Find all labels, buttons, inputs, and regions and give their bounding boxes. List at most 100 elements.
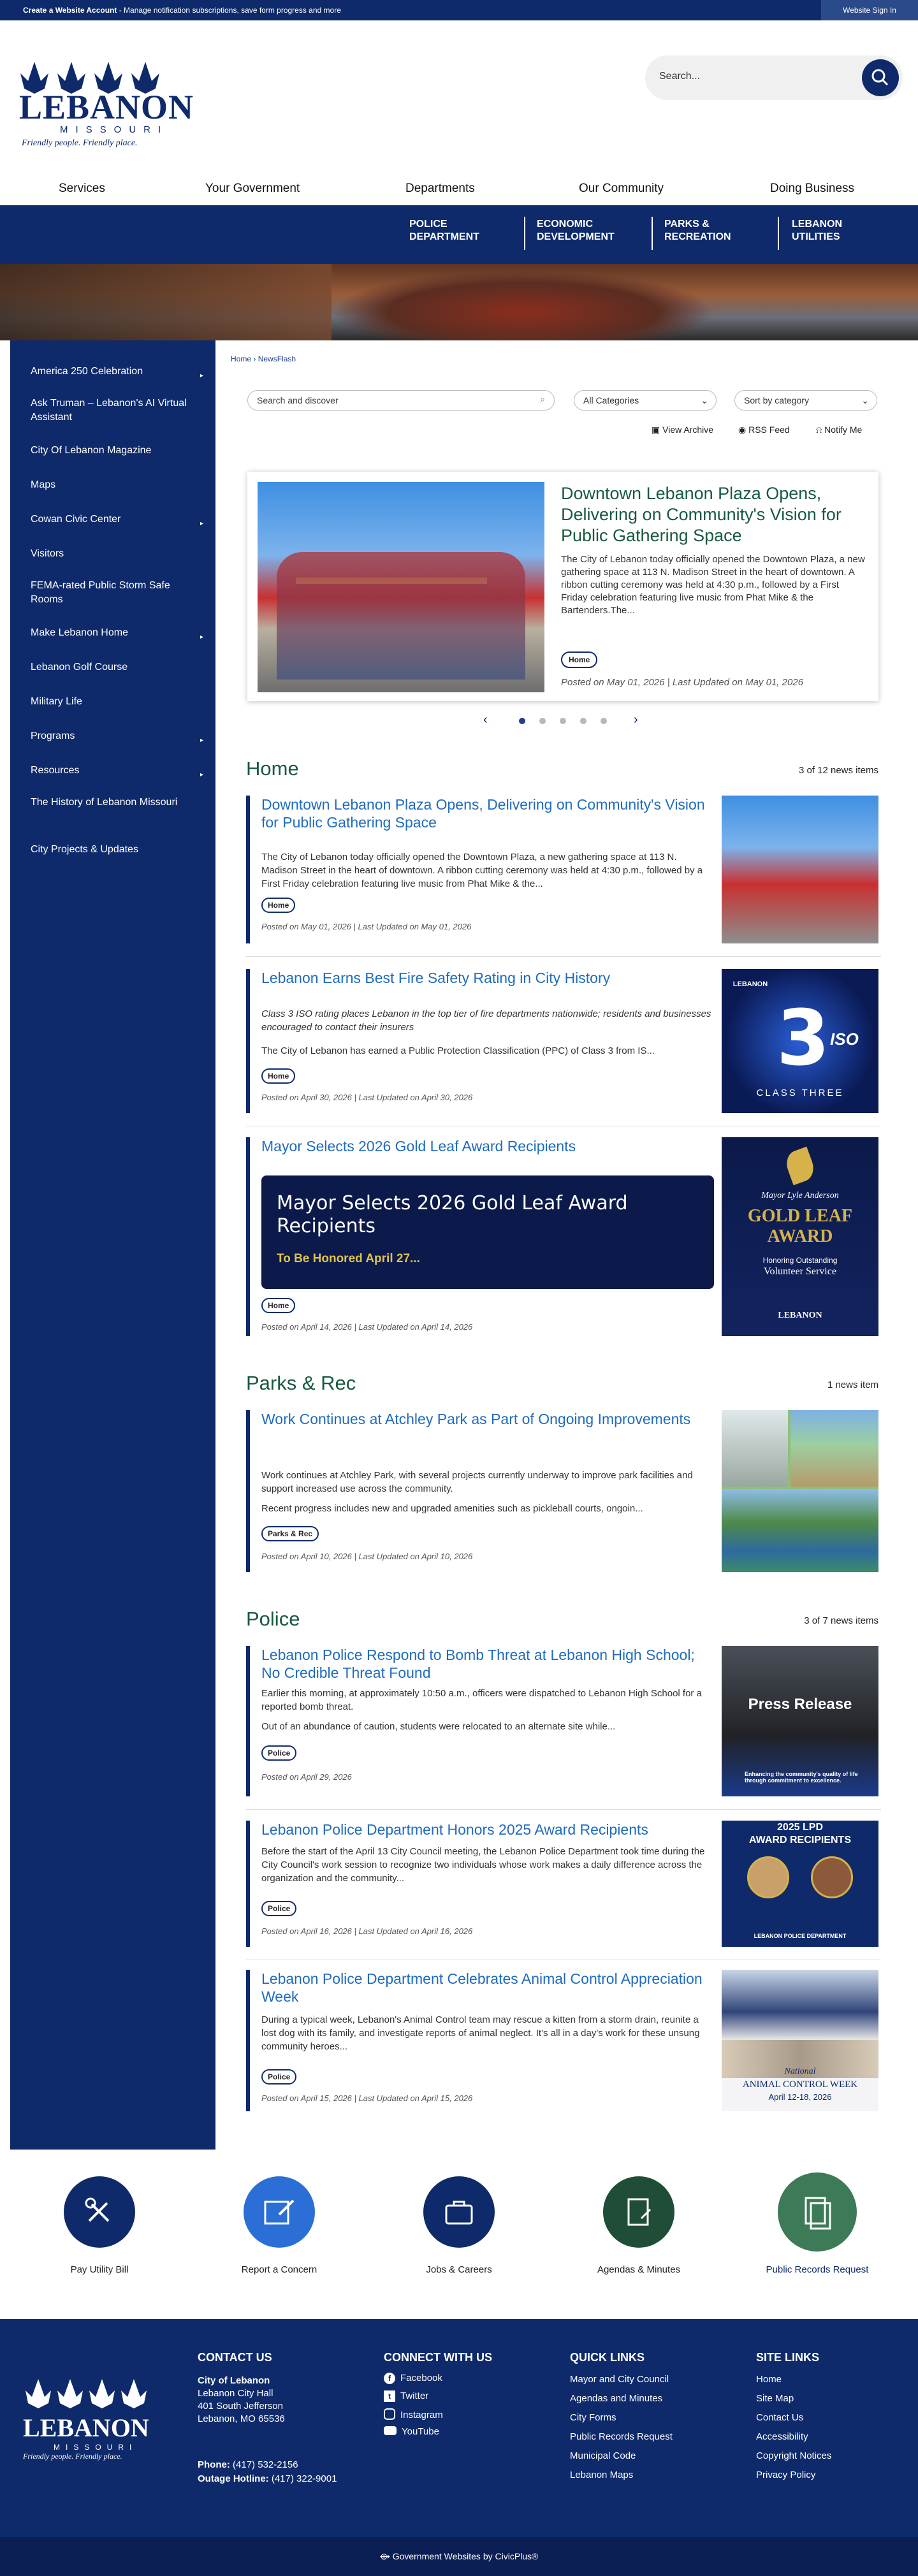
public-records-button[interactable] [778, 2172, 857, 2252]
lpd-awards-thumbnail[interactable]: 2025 LPD AWARD RECIPIENTS LEBANON POLICE… [722, 1821, 878, 1947]
search-button[interactable] [862, 59, 899, 96]
news-item-tag[interactable]: Home [261, 1068, 296, 1084]
news-item-tag[interactable]: Police [261, 2069, 297, 2085]
featured-tag[interactable]: Home [561, 651, 598, 668]
public-records-label[interactable]: Public Records Request [760, 2264, 875, 2275]
search-input[interactable]: Search... [659, 71, 700, 82]
sidebar-item-maps[interactable]: Maps [31, 478, 196, 492]
agendas-minutes-label[interactable]: Agendas & Minutes [581, 2264, 696, 2275]
site-link[interactable]: Home [756, 2374, 782, 2385]
sidebar-item-resources[interactable]: Resources ▸ [31, 764, 203, 778]
lebanon-logo[interactable]: LEBANON MISSOURI Friendly people. Friend… [15, 55, 194, 151]
gold-leaf-thumbnail[interactable]: Mayor Lyle Anderson GOLD LEAF AWARD Hono… [722, 1137, 878, 1336]
news-item-tag[interactable]: Home [261, 1298, 296, 1313]
news-item-title[interactable]: Lebanon Earns Best Fire Safety Rating in… [261, 969, 708, 987]
nav-doing-business[interactable]: Doing Business [770, 182, 854, 196]
site-link[interactable]: Copyright Notices [756, 2450, 831, 2461]
report-concern-label[interactable]: Report a Concern [222, 2264, 337, 2275]
news-item-title[interactable]: Lebanon Police Department Celebrates Ani… [261, 1970, 708, 2005]
nav-your-government[interactable]: Your Government [205, 182, 300, 196]
carousel-dot-2[interactable] [539, 718, 546, 724]
jobs-careers-button[interactable] [423, 2176, 495, 2248]
sidebar-item-programs[interactable]: Programs ▸ [31, 729, 203, 744]
atchley-park-thumbnail[interactable] [722, 1410, 878, 1572]
carousel-dot-1[interactable] [519, 718, 525, 724]
youtube-link[interactable]: YouTube [384, 2426, 439, 2437]
footer-logo[interactable]: LEBANON MISSOURI Friendly people. Friend… [23, 2375, 163, 2461]
site-search[interactable]: Search... [645, 55, 903, 100]
account-message[interactable]: Create a Website Account - Manage notifi… [23, 6, 341, 15]
sign-in-button[interactable]: Website Sign In [821, 0, 918, 20]
nav-departments[interactable]: Departments [405, 182, 475, 196]
featured-news-card[interactable]: Downtown Lebanon Plaza Opens, Delivering… [247, 472, 878, 701]
site-link[interactable]: Site Map [756, 2393, 794, 2404]
nav-services[interactable]: Services [59, 182, 105, 196]
quick-link[interactable]: Lebanon Maps [570, 2470, 633, 2480]
chevron-left-icon[interactable]: ‹ [483, 713, 488, 727]
news-item-tag[interactable]: Police [261, 1901, 297, 1916]
subnav-economic[interactable]: ECONOMIC DEVELOPMENT [537, 218, 615, 244]
chevron-right-icon[interactable]: ▸ [200, 768, 205, 778]
news-item-tag[interactable]: Police [261, 1745, 297, 1761]
sidebar-item-storm-rooms[interactable]: FEMA-rated Public Storm Safe Rooms [31, 579, 196, 607]
outage-number[interactable]: (417) 322-9001 [269, 2473, 337, 2484]
sidebar-item-visitors[interactable]: Visitors [31, 547, 196, 561]
rss-feed-link[interactable]: ◉ RSS Feed [738, 425, 790, 435]
chevron-right-icon[interactable]: ▸ [200, 369, 205, 379]
phone-number[interactable]: (417) 532-2156 [230, 2459, 298, 2470]
chevron-right-icon[interactable]: ▸ [200, 517, 205, 527]
facebook-link[interactable]: f Facebook [384, 2373, 442, 2384]
ribbon-cutting-thumbnail[interactable] [722, 796, 878, 943]
news-item-title[interactable]: Mayor Selects 2026 Gold Leaf Award Recip… [261, 1137, 708, 1155]
agendas-minutes-button[interactable] [603, 2176, 674, 2248]
sidebar-item-projects[interactable]: City Projects & Updates [31, 843, 196, 857]
account-message-bold[interactable]: Create a Website Account [23, 6, 117, 15]
press-release-thumbnail[interactable]: Press Release Enhancing the community's … [722, 1646, 878, 1796]
subnav-police[interactable]: POLICE DEPARTMENT [409, 218, 479, 244]
featured-title[interactable]: Downtown Lebanon Plaza Opens, Delivering… [561, 483, 867, 546]
quick-link[interactable]: Public Records Request [570, 2431, 673, 2442]
breadcrumb-home[interactable]: Home [231, 354, 251, 363]
news-item-title[interactable]: Work Continues at Atchley Park as Part o… [261, 1410, 708, 1428]
sidebar-item-america-250[interactable]: America 250 Celebration ▸ [31, 365, 203, 379]
animal-control-thumbnail[interactable]: National ANIMAL CONTROL WEEK April 12-18… [722, 1970, 878, 2111]
nav-our-community[interactable]: Our Community [579, 182, 664, 196]
sidebar-item-magazine[interactable]: City Of Lebanon Magazine [31, 444, 196, 458]
sort-select[interactable]: Sort by category ⌄ [734, 390, 877, 411]
sidebar-item-ask-truman[interactable]: Ask Truman – Lebanon's AI Virtual Assist… [31, 397, 196, 425]
chevron-right-icon[interactable]: ▸ [200, 734, 205, 744]
chevron-right-icon[interactable]: ▸ [200, 630, 205, 641]
pay-utility-bill-label[interactable]: Pay Utility Bill [42, 2264, 157, 2275]
quick-link[interactable]: Mayor and City Council [570, 2374, 669, 2385]
sidebar-item-make-home[interactable]: Make Lebanon Home ▸ [31, 626, 203, 641]
carousel-dot-4[interactable] [580, 718, 586, 724]
category-select[interactable]: All Categories ⌄ [574, 390, 717, 411]
sidebar-item-cowan[interactable]: Cowan Civic Center ▸ [31, 513, 203, 527]
subnav-utilities[interactable]: LEBANON UTILITIES [792, 218, 842, 244]
report-concern-button[interactable] [244, 2176, 315, 2248]
iso-rating-thumbnail[interactable]: LEBANON 3 ISO CLASS THREE [722, 969, 878, 1113]
news-item-tag[interactable]: Parks & Rec [261, 1526, 319, 1541]
sidebar-item-golf[interactable]: Lebanon Golf Course [31, 660, 196, 674]
sidebar-item-history[interactable]: The History of Lebanon Missouri [31, 796, 196, 810]
instagram-link[interactable]: Instagram [384, 2408, 443, 2420]
news-item-title[interactable]: Lebanon Police Respond to Bomb Threat at… [261, 1646, 708, 1682]
carousel-dot-5[interactable] [601, 718, 607, 724]
notify-me-link[interactable]: ⍾ Notify Me [816, 425, 862, 435]
pay-utility-bill-button[interactable] [64, 2176, 135, 2248]
news-search-input[interactable]: Search and discover ⌕ [247, 390, 555, 411]
news-item-title[interactable]: Downtown Lebanon Plaza Opens, Delivering… [261, 796, 708, 831]
jobs-careers-label[interactable]: Jobs & Careers [402, 2264, 516, 2275]
news-item-title[interactable]: Lebanon Police Department Honors 2025 Aw… [261, 1821, 708, 1838]
quick-link[interactable]: Municipal Code [570, 2450, 636, 2461]
sidebar-item-military[interactable]: Military Life [31, 695, 196, 709]
view-archive-link[interactable]: ▣ View Archive [652, 425, 713, 435]
twitter-link[interactable]: t Twitter [384, 2390, 428, 2402]
site-link[interactable]: Contact Us [756, 2412, 803, 2423]
site-link[interactable]: Accessibility [756, 2431, 808, 2442]
carousel-dot-3[interactable] [560, 718, 566, 724]
chevron-right-icon[interactable]: › [634, 713, 638, 727]
subnav-parks[interactable]: PARKS & RECREATION [664, 218, 731, 244]
news-item-tag[interactable]: Home [261, 898, 296, 913]
civicplus-credit[interactable]: ⟴ Government Websites by CivicPlus® [0, 2537, 918, 2576]
